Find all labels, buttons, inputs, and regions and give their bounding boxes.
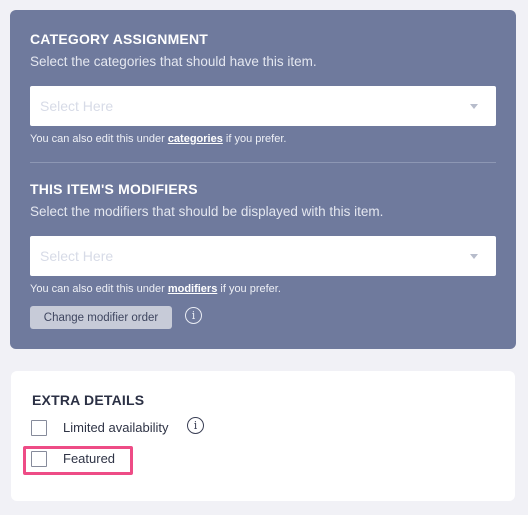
modifiers-hint-suffix: if you prefer. (217, 283, 281, 295)
modifiers-hint: You can also edit this under modifiers i… (30, 283, 281, 295)
categories-link[interactable]: categories (168, 133, 223, 145)
limited-availability-checkbox[interactable] (31, 420, 47, 436)
chevron-down-icon (470, 254, 478, 259)
featured-label[interactable]: Featured (63, 451, 115, 466)
category-assignment-description: Select the categories that should have t… (30, 54, 317, 69)
category-hint-suffix: if you prefer. (222, 133, 287, 145)
category-modifier-panel: CATEGORY ASSIGNMENT Select the categorie… (10, 10, 516, 349)
category-assignment-title: CATEGORY ASSIGNMENT (30, 31, 209, 47)
category-select[interactable]: Select Here (30, 86, 496, 126)
category-select-placeholder: Select Here (40, 98, 114, 114)
modifiers-select-placeholder: Select Here (40, 248, 114, 264)
featured-checkbox[interactable] (31, 451, 47, 467)
section-divider (30, 162, 496, 163)
modifiers-hint-prefix: You can also edit this under (30, 283, 168, 295)
modifiers-select[interactable]: Select Here (30, 236, 496, 276)
info-icon[interactable]: i (187, 417, 204, 434)
modifiers-link[interactable]: modifiers (168, 283, 218, 295)
modifiers-description: Select the modifiers that should be disp… (30, 204, 384, 219)
info-icon[interactable]: i (185, 307, 202, 324)
category-hint-prefix: You can also edit this under (30, 133, 168, 145)
chevron-down-icon (470, 104, 478, 109)
extra-details-panel: EXTRA DETAILS Limited availability i Fea… (11, 371, 515, 501)
extra-details-title: EXTRA DETAILS (32, 392, 145, 408)
category-hint: You can also edit this under categories … (30, 133, 286, 145)
limited-availability-label[interactable]: Limited availability (63, 420, 169, 435)
modifiers-title: THIS ITEM'S MODIFIERS (30, 181, 198, 197)
change-modifier-order-button[interactable]: Change modifier order (30, 306, 172, 329)
